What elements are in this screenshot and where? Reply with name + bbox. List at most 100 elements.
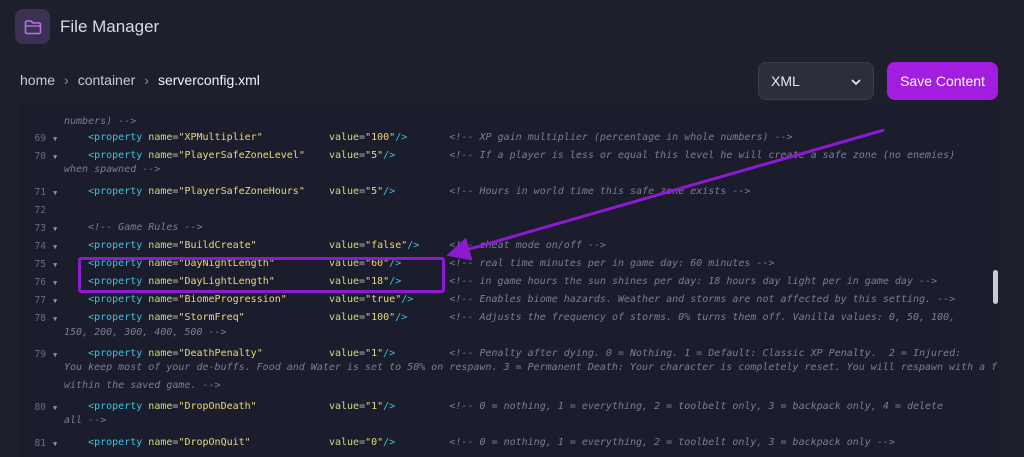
chevron-right-icon: › [64, 72, 69, 88]
property-value: "5" [365, 185, 384, 197]
line-number: 69 [34, 133, 46, 144]
code-line: 79 ▼ <property name="DeathPenalty" value=… [20, 345, 990, 363]
code-line: 81 ▼ <property name="DropOnQuit" value="0… [20, 434, 990, 452]
xml-comment: <!-- XP gain multiplier (percentage in w… [449, 132, 793, 143]
code-line-content: <property name="DeathPenalty" value="1"/… [64, 348, 962, 359]
property-name: "BuildCreate" [178, 240, 257, 251]
fold-toggle-icon[interactable]: ▼ [53, 135, 57, 143]
xml-attribute-name: value [328, 348, 360, 359]
property-name: "PlayerSafeZoneHours" [178, 185, 305, 197]
xml-tag: <property [64, 240, 149, 251]
code-line-wrap: numbers) --> [64, 116, 137, 127]
code-line: 73 ▼ <!-- Game Rules --> [20, 219, 990, 237]
xml-tag: <property [64, 436, 149, 448]
property-value: "100" [365, 132, 396, 143]
highlight-annotation-box [78, 257, 445, 293]
xml-comment: <!-- Enables biome hazards. Weather and … [449, 294, 956, 306]
fold-toggle-icon[interactable]: ▼ [53, 189, 57, 197]
property-name: "XPMultiplier" [178, 132, 263, 143]
xml-comment: <!-- in game hours the sun shines per da… [449, 276, 938, 288]
xml-tag: <property [64, 132, 149, 143]
xml-comment: <!-- If a player is less or equal this l… [449, 150, 956, 162]
fold-toggle-icon[interactable]: ▼ [53, 261, 57, 269]
xml-tag-close: /> [407, 240, 420, 251]
editor-scrollbar[interactable] [993, 270, 998, 304]
xml-tag-close: /> [395, 132, 408, 143]
xml-comment: <!-- cheat mode on/off --> [449, 240, 606, 251]
xml-attribute-name: value [328, 294, 360, 306]
fold-toggle-icon[interactable]: ▼ [53, 440, 57, 448]
code-line: 78 ▼ <property name="StormFreq" value="10… [20, 309, 990, 327]
line-number: 71 [34, 186, 46, 198]
format-select[interactable]: XML [758, 62, 874, 100]
code-line-wrap: within the saved game. --> [64, 379, 221, 391]
fold-toggle-icon[interactable]: ▼ [53, 404, 57, 412]
line-number: 79 [34, 349, 46, 360]
property-value: "5" [365, 150, 384, 162]
xml-attribute-name: value [328, 132, 360, 143]
xml-comment: <!-- 0 = nothing, 1 = everything, 2 = to… [449, 401, 944, 413]
property-value: "false" [365, 240, 408, 251]
fold-toggle-icon[interactable]: ▼ [53, 225, 57, 233]
property-value: "100" [365, 312, 396, 324]
line-number: 81 [34, 437, 46, 449]
fold-toggle-icon[interactable]: ▼ [53, 297, 57, 305]
xml-tag: <property [64, 150, 149, 162]
line-number: 70 [34, 151, 46, 163]
line-number: 72 [34, 204, 46, 216]
xml-attribute-name: name [148, 240, 173, 251]
code-line-wrap: all --> [64, 415, 107, 427]
xml-attribute-name: name [148, 436, 173, 448]
breadcrumb-container[interactable]: container [78, 72, 136, 88]
xml-tag: <property [64, 294, 149, 306]
code-line: 69 ▼ <property name="XPMultiplier" value=… [20, 129, 990, 147]
xml-attribute-name: value [328, 436, 360, 448]
app-title: File Manager [60, 17, 160, 36]
xml-comment: <!-- Adjusts the frequency of storms. 0%… [449, 312, 956, 324]
xml-attribute-name: name [148, 150, 173, 162]
line-number: 76 [34, 277, 46, 289]
xml-attribute-name: name [148, 132, 173, 143]
fold-toggle-icon[interactable]: ▼ [53, 153, 57, 161]
xml-comment: <!-- Penalty after dying. 0 = Nothing. 1… [449, 348, 962, 359]
property-name: "PlayerSafeZoneLevel" [178, 150, 305, 162]
code-line-content: <property name="DropOnQuit" value="0"/> … [64, 436, 895, 448]
xml-attribute-name: value [328, 240, 360, 251]
line-number: 77 [34, 295, 46, 307]
line-number: 75 [34, 259, 46, 271]
xml-attribute-name: name [148, 401, 173, 413]
line-number: 73 [34, 222, 46, 234]
code-line-content: <property name="PlayerSafeZoneHours" val… [64, 185, 751, 197]
line-number: 80 [34, 402, 46, 414]
xml-tag-close: /> [383, 348, 396, 359]
code-line: 77 ▼ <property name="BiomeProgression" va… [20, 291, 990, 309]
fold-toggle-icon[interactable]: ▼ [53, 351, 57, 359]
top-bar: File Manager [0, 0, 1024, 56]
fold-toggle-icon[interactable]: ▼ [53, 243, 57, 251]
save-content-button[interactable]: Save Content [887, 62, 998, 100]
xml-attribute-name: value [328, 150, 360, 162]
xml-tag-close: /> [383, 185, 396, 197]
property-name: "BiomeProgression" [178, 294, 287, 306]
code-line: 71 ▼ <property name="PlayerSafeZoneHours"… [20, 183, 990, 201]
xml-tag-close: /> [383, 150, 396, 162]
breadcrumb-home[interactable]: home [20, 72, 55, 88]
code-line-content: <!-- Game Rules --> [64, 222, 202, 233]
code-line-wrap: when spawned --> [64, 164, 161, 176]
code-line-content: <property name="PlayerSafeZoneLevel" val… [64, 150, 956, 162]
code-line: 80 ▼ <property name="DropOnDeath" value="… [20, 398, 990, 416]
code-line: 70 ▼ <property name="PlayerSafeZoneLevel"… [20, 147, 990, 165]
xml-attribute-name: name [148, 294, 173, 306]
fold-toggle-icon[interactable]: ▼ [53, 279, 57, 287]
xml-comment: <!-- real time minutes per in game day: … [449, 258, 775, 270]
xml-comment: <!-- Game Rules --> [64, 221, 203, 233]
code-line: 72 [20, 201, 990, 219]
fold-toggle-icon[interactable]: ▼ [53, 315, 57, 323]
xml-attribute-name: name [148, 348, 173, 359]
folder-icon [15, 9, 50, 44]
xml-tag: <property [64, 312, 149, 324]
chevron-right-icon: › [144, 72, 149, 88]
code-line-content: <property name="XPMultiplier" value="100… [64, 132, 793, 143]
xml-comment: <!-- 0 = nothing, 1 = everything, 2 = to… [449, 436, 895, 448]
xml-tag-close: /> [383, 436, 396, 448]
